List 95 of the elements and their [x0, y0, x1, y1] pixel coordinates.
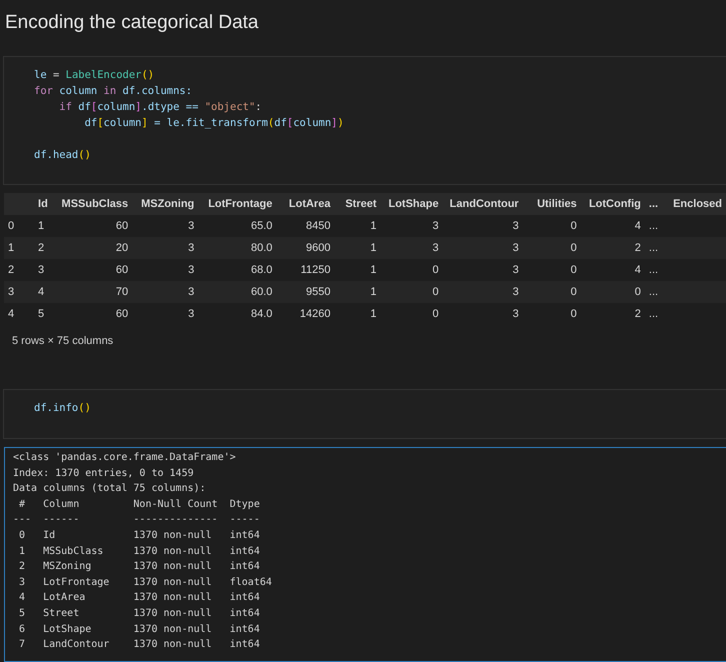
table-cell: 1	[334, 215, 381, 237]
table-cell: 0	[380, 259, 443, 281]
code-line: df.head()	[34, 148, 91, 163]
table-cell: 8450	[276, 215, 334, 237]
table-cell: 0	[522, 303, 581, 325]
output-line: --- ------ -------------- -----	[13, 513, 261, 528]
table-cell: 60	[56, 303, 132, 325]
table-cell: ...	[644, 259, 669, 281]
output-line: Index: 1370 entries, 0 to 1459	[13, 466, 194, 481]
output-line: <class 'pandas.core.frame.DataFrame'>	[13, 451, 236, 465]
code-cell[interactable]: df.info()	[3, 389, 726, 439]
output-line: # Column Non-Null Count Dtype	[18, 498, 261, 512]
table-cell: 0	[522, 281, 581, 303]
table-cell: 2	[34, 237, 56, 259]
table-cell: 0	[4, 215, 34, 237]
column-header: LotShape	[380, 193, 443, 215]
table-cell: ...	[644, 303, 669, 325]
table-cell: 0	[380, 281, 443, 303]
output-line: 6 LotShape 1370 non-null int64	[18, 622, 261, 637]
table-cell: 3	[380, 237, 443, 259]
table-cell: 0	[522, 237, 581, 259]
column-header: Utilities	[522, 193, 581, 215]
output-line: 4 LotArea 1370 non-null int64	[18, 591, 261, 606]
column-header: MSSubClass	[56, 193, 132, 215]
table-cell: 1	[334, 303, 381, 325]
column-header: Enclosed	[668, 193, 726, 215]
table-cell: 1	[4, 237, 34, 259]
table-cell: 14260	[276, 303, 334, 325]
table-cell: 1	[334, 237, 381, 259]
table-cell: 3	[442, 281, 523, 303]
table-cell: 3	[442, 237, 523, 259]
section-heading: Encoding the categorical Data	[5, 12, 258, 34]
table-cell: 3	[132, 259, 198, 281]
table-cell: 70	[56, 281, 132, 303]
table-cell: 3	[132, 281, 198, 303]
code-line: if df[column].dtype == "object":	[58, 100, 262, 115]
table-cell: 2	[580, 237, 645, 259]
table-cell: 3	[380, 215, 443, 237]
output-line: 3 LotFrontage 1370 non-null float64	[18, 576, 272, 590]
table-cell: 3	[4, 281, 34, 303]
output-line: Data columns (total 75 columns):	[13, 482, 206, 496]
table-cell: 3	[442, 259, 523, 281]
table-cell: 1	[334, 281, 381, 303]
table-cell: ...	[644, 215, 669, 237]
column-header: MSZoning	[132, 193, 198, 215]
table-cell: 0	[380, 303, 443, 325]
table-cell: ...	[644, 237, 669, 259]
table-cell: 2	[580, 303, 645, 325]
table-cell: 0	[522, 259, 581, 281]
table-cell: 4	[4, 303, 34, 325]
table-cell: 84.0	[198, 303, 276, 325]
code-line: le = LabelEncoder()	[34, 68, 154, 83]
output-line: 0 Id 1370 non-null int64	[18, 528, 261, 543]
table-cell: 60	[56, 259, 132, 281]
code-line: for column in df.columns:	[34, 84, 192, 99]
table-cell: 3	[442, 215, 523, 237]
column-header: Id	[34, 193, 56, 215]
output-line: 5 Street 1370 non-null int64	[18, 606, 261, 621]
table-cell: 3	[132, 303, 198, 325]
table-cell: 3	[34, 259, 56, 281]
column-header: LotFrontage	[198, 193, 276, 215]
table-cell: 11250	[276, 259, 334, 281]
column-header: LotConfig	[580, 193, 645, 215]
table-cell: 60.0	[198, 281, 276, 303]
output-line: 1 MSSubClass 1370 non-null int64	[18, 544, 261, 559]
column-header: Street	[334, 193, 381, 215]
table-cell: 1	[334, 259, 381, 281]
table-cell: 60	[56, 215, 132, 237]
code-line: df.info()	[34, 401, 91, 416]
table-cell: 65.0	[198, 215, 276, 237]
table-cell: 1	[34, 215, 56, 237]
table-cell: 0	[522, 215, 581, 237]
table-cell: 3	[442, 303, 523, 325]
table-cell: 9600	[276, 237, 334, 259]
column-header: ...	[644, 193, 669, 215]
output-line: 2 MSZoning 1370 non-null int64	[18, 560, 261, 574]
table-cell: 3	[132, 237, 198, 259]
output-line: 7 LandContour 1370 non-null int64	[18, 638, 261, 652]
table-cell: 3	[132, 215, 198, 237]
table-cell: ...	[644, 281, 669, 303]
table-cell: 2	[4, 259, 34, 281]
table-cell: 5	[34, 303, 56, 325]
shape-caption: 5 rows × 75 columns	[12, 335, 114, 347]
table-cell: 4	[580, 259, 645, 281]
column-header: LotArea	[276, 193, 334, 215]
table-cell: 9550	[276, 281, 334, 303]
code-cell[interactable]: le = LabelEncoder() for column in df.columns: if df[column].dtype == "object": df[column] = le.fit_transform(df[column]) df.head()	[3, 56, 726, 185]
table-cell: 4	[34, 281, 56, 303]
code-line: df[column] = le.fit_transform(df[column])	[84, 116, 344, 131]
table-cell: 4	[580, 215, 645, 237]
table-cell: 80.0	[198, 237, 276, 259]
table-cell: 68.0	[198, 259, 276, 281]
column-header: LandContour	[442, 193, 523, 215]
table-cell: 0	[580, 281, 645, 303]
table-cell: 20	[56, 237, 132, 259]
